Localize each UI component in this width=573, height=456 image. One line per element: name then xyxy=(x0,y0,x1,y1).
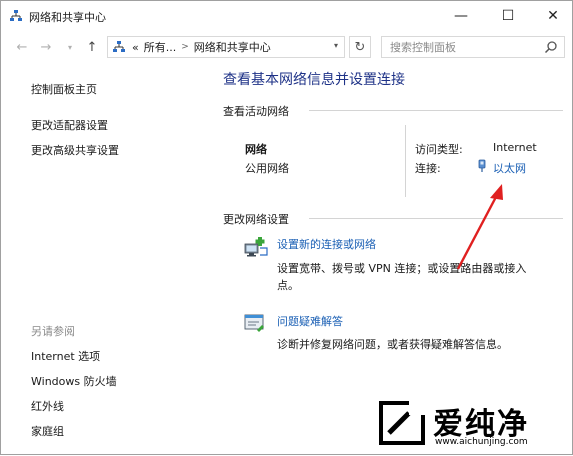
watermark-logo-icon xyxy=(379,401,425,445)
watermark-url: www.aichunjing.com xyxy=(435,437,528,447)
network-sharing-center-window: 网络和共享中心 — ☐ ✕ ← → ▾ ↑ « 所有... > 网络和共享中心 … xyxy=(0,0,573,455)
watermark: 爱纯净 www.aichunjing.com xyxy=(373,395,573,453)
annotation-arrow xyxy=(456,184,503,270)
